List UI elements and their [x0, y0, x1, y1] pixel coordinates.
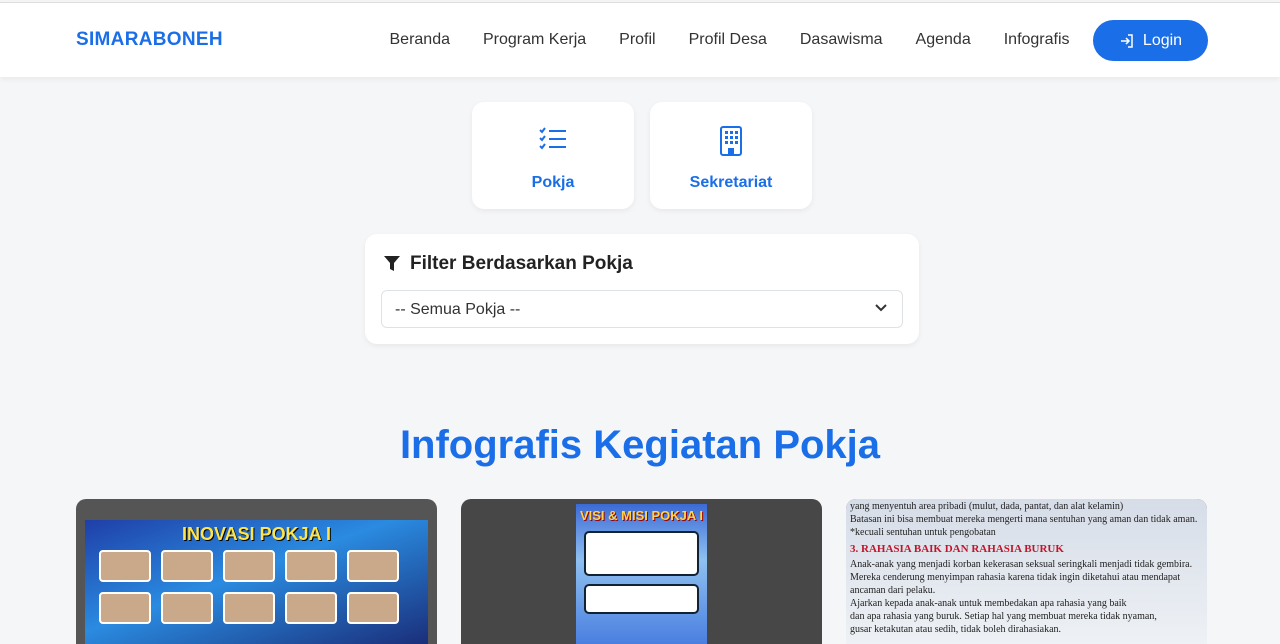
infographic-text: *kecuali sentuhan untuk pengobatan [850, 527, 996, 538]
filter-icon [384, 256, 400, 271]
checklist-icon [539, 126, 567, 156]
building-icon [720, 126, 742, 156]
filter-panel: Filter Berdasarkan Pokja -- Semua Pokja … [365, 234, 919, 344]
nav-beranda[interactable]: Beranda [390, 31, 451, 49]
infographic-text: Ajarkan kepada anak-anak untuk membedaka… [850, 598, 1127, 609]
infographic-image: INOVASI POKJA I [85, 520, 428, 644]
category-card-pokja[interactable]: Pokja [472, 102, 634, 209]
navbar: SIMARABONEH Beranda Program Kerja Profil… [0, 2, 1280, 77]
login-button[interactable]: Login [1093, 20, 1208, 61]
chevron-down-icon [875, 304, 887, 312]
infographic-text: Anak-anak yang menjadi korban kekerasan … [850, 559, 1193, 570]
nav-agenda[interactable]: Agenda [916, 31, 971, 49]
infographic-title: VISI & MISI POKJA I [579, 508, 704, 523]
pokja-select-value: -- Semua Pokja -- [395, 301, 521, 318]
infographic-card[interactable]: VISI & MISI POKJA I [461, 499, 822, 644]
infographic-card[interactable]: yang menyentuh area pribadi (mulut, dada… [846, 499, 1207, 644]
infographic-text: yang menyentuh area pribadi (mulut, dada… [850, 501, 1124, 512]
infographic-text: gusar ketakutan atau sedih, tidak boleh … [850, 624, 1062, 635]
infographic-image: VISI & MISI POKJA I [576, 504, 707, 644]
infographic-heading: 3. RAHASIA BAIK DAN RAHASIA BURUK [850, 543, 1064, 555]
filter-title: Filter Berdasarkan Pokja [383, 253, 633, 275]
infographic-text: ancaman dari pelaku. [850, 585, 936, 596]
category-card-sekretariat[interactable]: Sekretariat [650, 102, 812, 209]
filter-title-text: Filter Berdasarkan Pokja [410, 253, 633, 274]
login-label: Login [1142, 31, 1183, 49]
infographic-title: INOVASI POKJA I [181, 524, 332, 544]
login-icon [1120, 33, 1133, 48]
nav-dasawisma[interactable]: Dasawisma [800, 31, 883, 49]
infographic-card[interactable]: INOVASI POKJA I [76, 499, 437, 644]
nav-menu: Beranda Program Kerja Profil Profil Desa… [373, 31, 1086, 49]
section-title: Infografis Kegiatan Pokja [399, 423, 881, 467]
category-label: Pokja [531, 174, 575, 191]
brand-logo[interactable]: SIMARABONEH [76, 29, 223, 51]
infographic-text: Mereka cenderung menyimpan rahasia karen… [850, 572, 1181, 583]
infographic-image: yang menyentuh area pribadi (mulut, dada… [846, 499, 1207, 644]
infographic-text: dan apa rahasia yang buruk. Setiap hal y… [850, 611, 1157, 622]
nav-profil-desa[interactable]: Profil Desa [689, 31, 767, 49]
pokja-select[interactable]: -- Semua Pokja -- [381, 290, 903, 328]
category-label: Sekretariat [689, 174, 773, 191]
nav-program-kerja[interactable]: Program Kerja [483, 31, 586, 49]
nav-profil[interactable]: Profil [619, 31, 655, 49]
infographic-text: Batasan ini bisa membuat mereka mengerti… [850, 514, 1198, 525]
nav-infografis[interactable]: Infografis [1004, 31, 1070, 49]
